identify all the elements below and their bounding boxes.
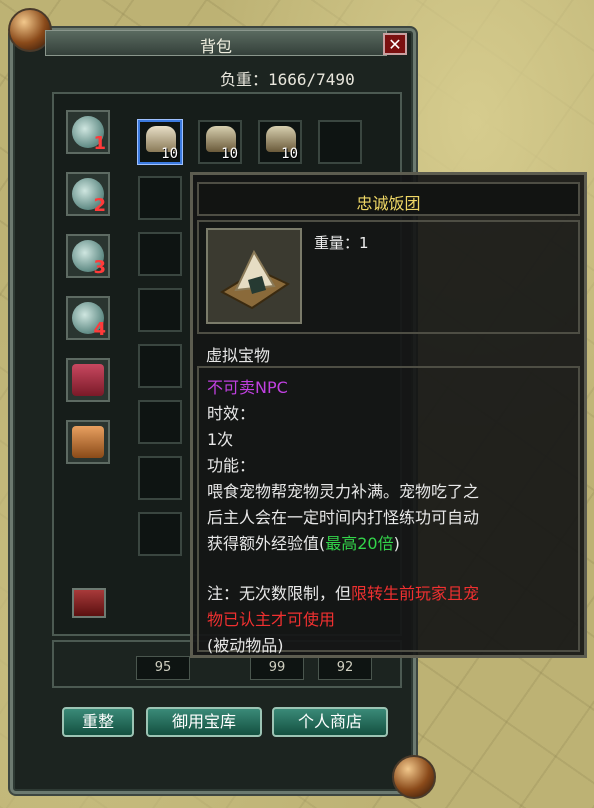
tab-pet-2[interactable]: 2 xyxy=(66,172,110,216)
sort-button[interactable]: 重整 xyxy=(62,707,134,737)
inventory-slot[interactable] xyxy=(138,232,182,276)
tab-mount[interactable] xyxy=(66,420,110,464)
tab-pet-3[interactable]: 3 xyxy=(66,234,110,278)
restriction-text: 物已认主才可使用 xyxy=(207,610,336,629)
note-text: 注：无次数限制，但 xyxy=(207,584,352,603)
inventory-slot[interactable] xyxy=(138,176,182,220)
outfit-tab-icon xyxy=(72,364,104,396)
item-quantity: 10 xyxy=(281,146,298,162)
inventory-slot[interactable] xyxy=(138,512,182,556)
money-field: 95 xyxy=(136,656,190,680)
inventory-slot[interactable]: 10 xyxy=(198,120,242,164)
inventory-slot[interactable] xyxy=(138,400,182,444)
inventory-slot[interactable]: 10 xyxy=(258,120,302,164)
corner-orb-bottom-right xyxy=(392,755,436,799)
restriction-text: 限转生前玩家且宠 xyxy=(351,584,480,603)
tab-outfit[interactable] xyxy=(66,358,110,402)
hammer-button[interactable] xyxy=(72,588,106,618)
tooltip-title-bar: 忠诚饭团 xyxy=(197,182,580,216)
description-line: 获得额外经验值(最高20倍) xyxy=(207,530,400,554)
window-title: 背包 xyxy=(199,37,232,56)
passive-label: (被动物品) xyxy=(207,636,284,655)
inventory-slot[interactable]: 10 xyxy=(138,120,182,164)
tab-number: 4 xyxy=(93,319,106,340)
description-line: 喂食宠物帮宠物灵力补满。宠物吃了之 xyxy=(207,482,480,501)
tab-number: 1 xyxy=(93,133,106,154)
note-line: 注：无次数限制，但限转生前玩家且宠 xyxy=(207,580,479,604)
duration-label: 时效： xyxy=(207,404,256,423)
personal-shop-button[interactable]: 个人商店 xyxy=(272,707,388,737)
mount-tab-icon xyxy=(72,426,104,458)
item-type: 虚拟宝物 xyxy=(206,346,271,365)
not-sellable-label: 不可卖NPC xyxy=(207,378,288,397)
inventory-slot[interactable] xyxy=(138,288,182,332)
duration-value: 1次 xyxy=(207,430,234,449)
tab-number: 2 xyxy=(93,195,106,216)
inventory-slot[interactable] xyxy=(138,344,182,388)
money-field: 92 xyxy=(318,656,372,680)
tab-number: 3 xyxy=(93,257,106,278)
description-text: 获得额外经验值( xyxy=(207,534,326,553)
description-line: 后主人会在一定时间内打怪练功可自动 xyxy=(207,508,480,527)
item-large-icon-frame xyxy=(206,228,302,324)
weight-label: 负重：1666/7490 xyxy=(220,70,355,89)
max-bonus-text: 最高20倍 xyxy=(325,534,394,553)
item-quantity: 10 xyxy=(161,146,178,162)
item-weight: 重量：1 xyxy=(314,234,369,252)
item-name: 忠诚饭团 xyxy=(356,194,421,213)
money-field: 99 xyxy=(250,656,304,680)
window-titlebar[interactable]: 背包 xyxy=(45,30,387,56)
close-button[interactable]: ✕ xyxy=(383,33,407,55)
inventory-slot[interactable] xyxy=(318,120,362,164)
onigiri-icon xyxy=(219,249,290,310)
function-label: 功能： xyxy=(207,456,256,475)
vault-button[interactable]: 御用宝库 xyxy=(146,707,262,737)
description-text: ) xyxy=(393,534,400,553)
tab-pet-4[interactable]: 4 xyxy=(66,296,110,340)
tab-pet-1[interactable]: 1 xyxy=(66,110,110,154)
inventory-slot[interactable] xyxy=(138,456,182,500)
item-quantity: 10 xyxy=(221,146,238,162)
